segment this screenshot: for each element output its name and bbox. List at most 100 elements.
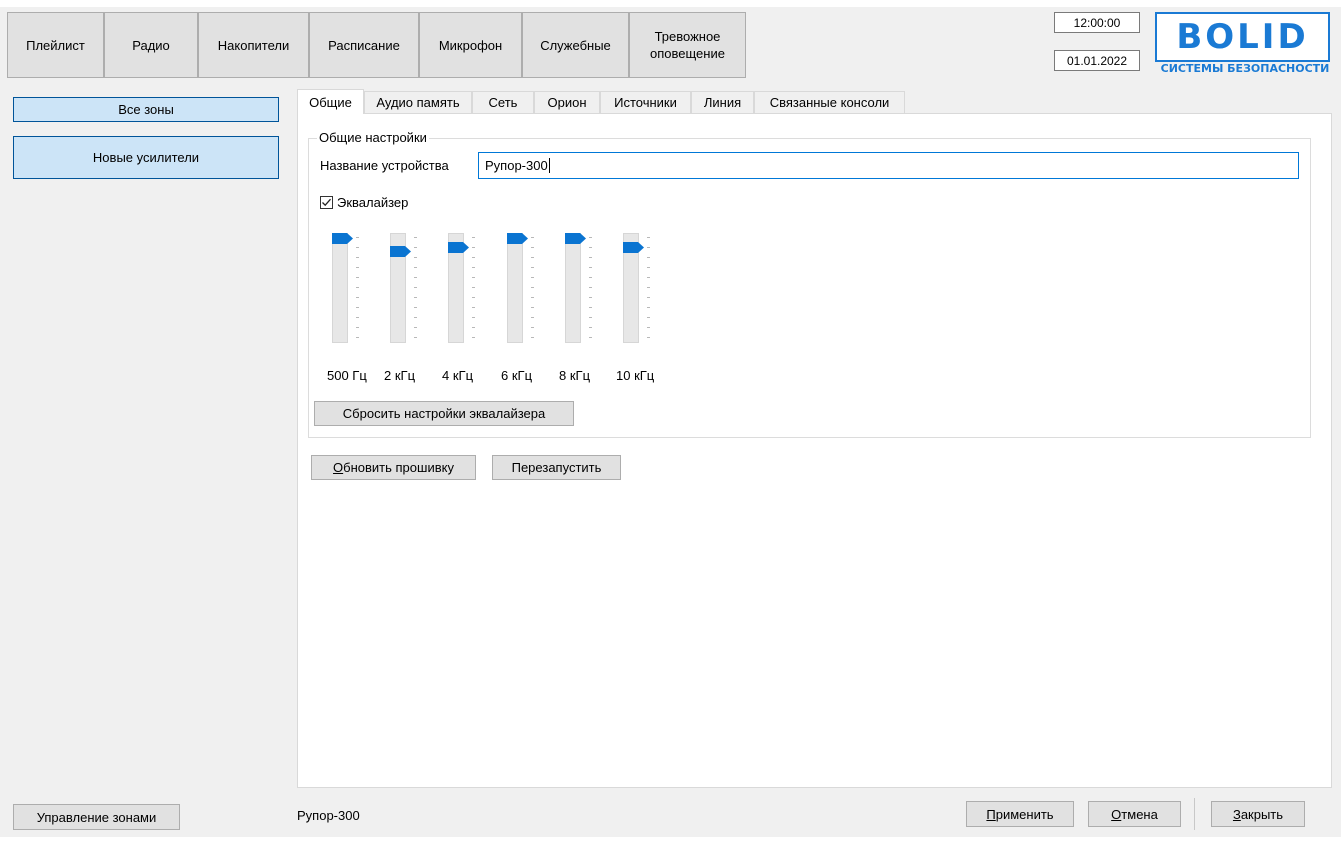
new-amplifiers-button[interactable]: Новые усилители (13, 136, 279, 179)
eq-slider-track[interactable] (507, 233, 523, 343)
cancel-button[interactable]: Отмена (1088, 801, 1181, 827)
eq-band-label: 8 кГц (559, 368, 591, 383)
logo-subtitle: СИСТЕМЫ БЕЗОПАСНОСТИ (1160, 62, 1330, 75)
equalizer-checkbox[interactable] (320, 196, 333, 209)
eq-tick (414, 327, 417, 328)
eq-tick (472, 317, 475, 318)
text-caret (548, 158, 550, 173)
eq-tick (647, 237, 650, 238)
eq-slider-thumb[interactable] (448, 241, 469, 253)
eq-tick (531, 327, 534, 328)
group-title: Общие настройки (317, 130, 429, 145)
eq-tick (356, 277, 359, 278)
eq-tick (414, 237, 417, 238)
eq-tick (472, 277, 475, 278)
clock-time: 12:00:00 (1054, 12, 1140, 33)
eq-tick (472, 297, 475, 298)
eq-tick (472, 257, 475, 258)
eq-tick (356, 267, 359, 268)
device-name-input[interactable]: Рупор-300 (478, 152, 1299, 179)
eq-tick (472, 287, 475, 288)
eq-band-label: 500 Гц (327, 368, 367, 383)
tab-line[interactable]: Линия (691, 91, 754, 113)
eq-tick (472, 307, 475, 308)
eq-tick (647, 337, 650, 338)
eq-tick (647, 327, 650, 328)
close-accel: З (1232, 806, 1241, 822)
eq-slider-thumb[interactable] (565, 233, 586, 244)
window-top-edge (0, 0, 1341, 7)
eq-slider-thumb[interactable] (507, 233, 528, 244)
eq-slider-thumb[interactable] (623, 241, 644, 253)
eq-tick (531, 317, 534, 318)
eq-band-label: 4 кГц (442, 368, 474, 383)
eq-slider-ticks (531, 237, 535, 339)
eq-tick (531, 307, 534, 308)
eq-tick (414, 257, 417, 258)
eq-tick (356, 247, 359, 248)
update-firmware-label: бновить прошивку (343, 460, 454, 475)
eq-tick (647, 257, 650, 258)
eq-tick (531, 277, 534, 278)
close-button[interactable]: Закрыть (1211, 801, 1305, 827)
update-firmware-accel: О (333, 460, 344, 475)
eq-slider-track[interactable] (565, 233, 581, 343)
restart-button[interactable]: Перезапустить (492, 455, 621, 480)
toolbar-playlist-button[interactable]: Плейлист (7, 12, 104, 78)
eq-tick (472, 267, 475, 268)
check-icon (322, 198, 331, 207)
eq-slider-ticks (356, 237, 360, 339)
eq-tick (647, 287, 650, 288)
toolbar-alarm-button[interactable]: Тревожное оповещение (629, 12, 746, 78)
eq-tick (414, 277, 417, 278)
footer-separator (1194, 798, 1195, 830)
toolbar-microphone-button[interactable]: Микрофон (419, 12, 522, 78)
eq-tick (356, 327, 359, 328)
toolbar-schedule-button[interactable]: Расписание (309, 12, 419, 78)
eq-tick (356, 337, 359, 338)
equalizer-label: Эквалайзер (337, 195, 409, 210)
toolbar-storage-button[interactable]: Накопители (198, 12, 309, 78)
eq-slider-track[interactable] (332, 233, 348, 343)
tab-network[interactable]: Сеть (472, 91, 534, 113)
clock-date: 01.01.2022 (1054, 50, 1140, 71)
eq-tick (589, 317, 592, 318)
eq-tick (472, 237, 475, 238)
apply-button[interactable]: Применить (966, 801, 1074, 827)
all-zones-button[interactable]: Все зоны (13, 97, 279, 122)
eq-tick (414, 317, 417, 318)
eq-tick (414, 307, 417, 308)
tab-sources[interactable]: Источники (600, 91, 691, 113)
eq-slider-ticks (647, 237, 651, 339)
eq-slider-ticks (414, 237, 418, 339)
eq-tick (414, 267, 417, 268)
eq-tick (589, 237, 592, 238)
tab-audio-memory[interactable]: Аудио память (364, 91, 472, 113)
manage-zones-button[interactable]: Управление зонами (13, 804, 180, 830)
eq-tick (647, 247, 650, 248)
eq-band-label: 6 кГц (501, 368, 533, 383)
toolbar-service-button[interactable]: Служебные (522, 12, 629, 78)
eq-tick (647, 267, 650, 268)
tab-general[interactable]: Общие (297, 89, 364, 114)
device-name-value: Рупор-300 (485, 158, 548, 173)
eq-slider-thumb[interactable] (390, 245, 411, 257)
eq-slider-thumb[interactable] (332, 233, 353, 244)
eq-tick (589, 327, 592, 328)
eq-tick (589, 267, 592, 268)
eq-tick (531, 257, 534, 258)
tab-linked-consoles[interactable]: Связанные консоли (754, 91, 905, 113)
eq-tick (414, 337, 417, 338)
tab-orion[interactable]: Орион (534, 91, 600, 113)
window-bottom-edge (0, 837, 1341, 841)
eq-tick (356, 257, 359, 258)
eq-tick (472, 337, 475, 338)
reset-equalizer-button[interactable]: Сбросить настройки эквалайзера (314, 401, 574, 426)
eq-tick (414, 297, 417, 298)
update-firmware-button[interactable]: Обновить прошивку (311, 455, 476, 480)
eq-tick (356, 297, 359, 298)
eq-tick (589, 247, 592, 248)
eq-tick (531, 287, 534, 288)
toolbar-radio-button[interactable]: Радио (104, 12, 198, 78)
device-name-label: Название устройства (320, 158, 449, 173)
